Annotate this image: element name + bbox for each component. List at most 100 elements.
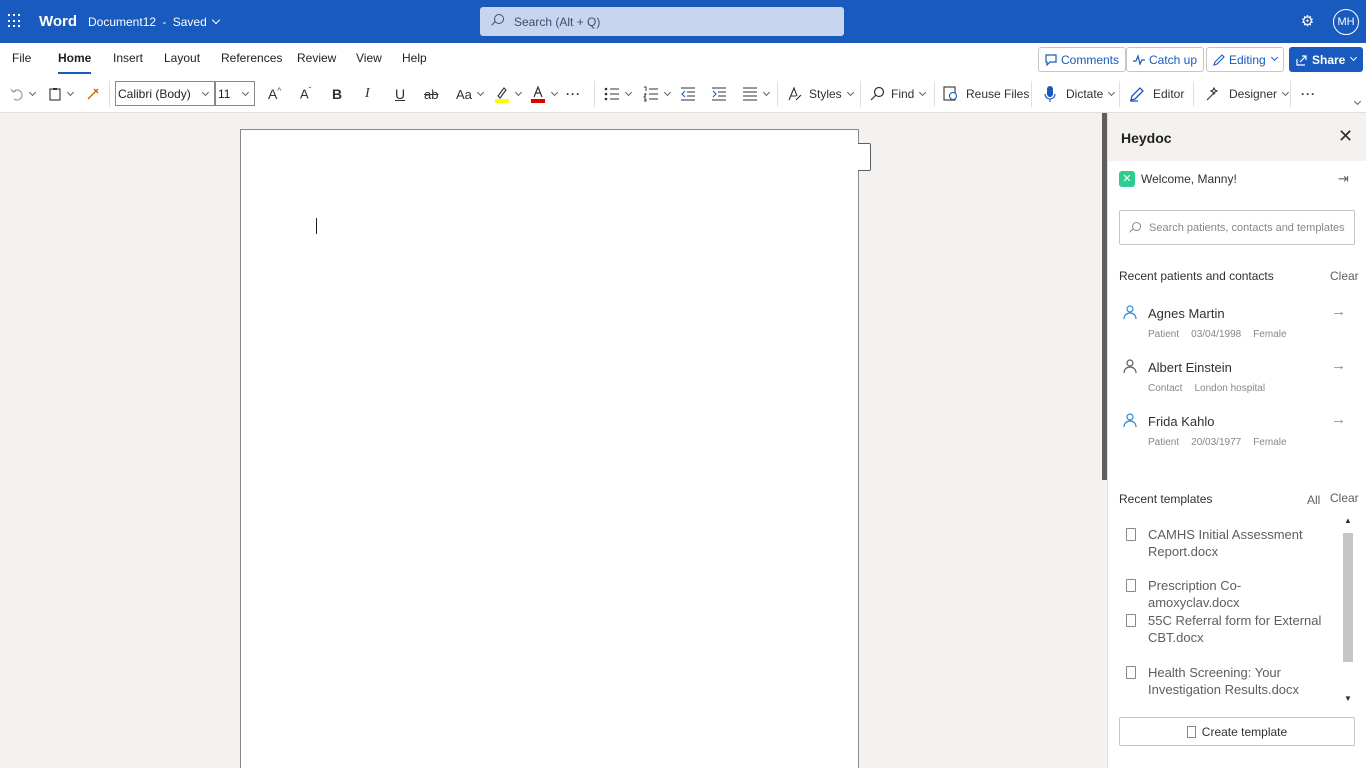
bullets-button[interactable]: [604, 84, 633, 104]
decrease-indent-icon: [681, 87, 695, 101]
person-detail: 20/03/1977: [1191, 437, 1242, 448]
list-item[interactable]: Frida Kahlo Patient 20/03/1977 Female →: [1119, 409, 1355, 459]
grow-font-button[interactable]: A^: [268, 84, 281, 104]
highlight-button[interactable]: [494, 84, 523, 104]
text-cursor: [316, 218, 317, 234]
gear-icon[interactable]: ⚙: [1300, 14, 1315, 29]
reuse-files-button[interactable]: Reuse Files: [943, 84, 1029, 104]
catch-up-button[interactable]: Catch up: [1126, 47, 1205, 72]
numbered-list-icon: [643, 86, 658, 102]
bold-button[interactable]: B: [332, 84, 342, 104]
clear-contacts-link[interactable]: Clear: [1330, 269, 1359, 283]
search-placeholder: Search (Alt + Q): [514, 15, 601, 29]
person-gender: Female: [1253, 437, 1287, 448]
document-page[interactable]: [240, 129, 859, 768]
person-type: Contact: [1148, 383, 1183, 394]
shrink-font-button[interactable]: Aˇ: [300, 84, 311, 104]
document-name[interactable]: Document12 - Saved: [88, 15, 221, 29]
template-name: 55C Referral form for External CBT.docx: [1148, 613, 1322, 645]
align-button[interactable]: [742, 84, 771, 104]
chevron-down-icon: [201, 88, 210, 97]
more-icon: ···: [1301, 87, 1316, 101]
arrow-right-icon[interactable]: →: [1331, 357, 1346, 374]
chevron-down-icon: [550, 88, 559, 96]
ribbon-toolbar: Calibri (Body) 11 A^ Aˇ B I U ab Aa ···: [0, 75, 1366, 113]
person-name: Albert Einstein: [1148, 360, 1232, 375]
more-font-options-button[interactable]: ···: [566, 84, 581, 104]
chevron-down-icon: [514, 88, 523, 96]
styles-button[interactable]: Styles: [787, 84, 854, 104]
tab-view[interactable]: View: [356, 51, 382, 65]
font-color-button[interactable]: [530, 84, 559, 104]
share-button[interactable]: Share: [1289, 47, 1364, 72]
chevron-down-icon: [211, 15, 221, 25]
strikethrough-button[interactable]: ab: [424, 84, 438, 104]
tab-file[interactable]: File: [12, 51, 31, 65]
align-left-icon: [743, 87, 757, 101]
close-icon[interactable]: ✕: [1338, 127, 1353, 145]
templates-scrollbar[interactable]: ▲ ▼: [1342, 516, 1355, 706]
tab-insert[interactable]: Insert: [113, 51, 143, 65]
comments-label: Comments: [1061, 52, 1120, 67]
comments-button[interactable]: Comments: [1038, 47, 1127, 72]
font-color-icon: [531, 85, 545, 103]
scrollbar-thumb[interactable]: [1343, 533, 1353, 662]
scroll-up-icon[interactable]: ▲: [1344, 516, 1352, 525]
search-box[interactable]: Search (Alt + Q): [480, 7, 844, 36]
logout-icon[interactable]: ⇥: [1338, 171, 1349, 187]
numbering-button[interactable]: [643, 84, 672, 104]
tab-help[interactable]: Help: [402, 51, 427, 65]
scroll-down-icon[interactable]: ▼: [1344, 694, 1352, 703]
find-button[interactable]: Find: [869, 84, 927, 104]
heydoc-pane: Heydoc ✕ ✕ Welcome, Manny! ⇥ Search pati…: [1107, 113, 1366, 768]
styles-label: Styles: [809, 87, 842, 101]
app-name[interactable]: Word: [39, 13, 77, 30]
decrease-indent-button[interactable]: [680, 84, 696, 104]
font-size-select[interactable]: 11: [215, 81, 255, 106]
menu-bar: File Home Insert Layout References Revie…: [0, 43, 1366, 75]
paste-button[interactable]: [48, 84, 75, 104]
app-launcher-icon[interactable]: [8, 14, 22, 28]
person-icon: [1123, 413, 1137, 427]
welcome-text: Welcome, Manny!: [1141, 172, 1237, 186]
tab-home[interactable]: Home: [58, 51, 92, 74]
pane-search-input[interactable]: Search patients, contacts and templates: [1119, 210, 1355, 245]
change-case-button[interactable]: Aa: [456, 84, 484, 104]
person-name: Agnes Martin: [1148, 306, 1225, 321]
more-options-button[interactable]: ···: [1301, 84, 1316, 104]
strikethrough-icon: ab: [424, 86, 439, 102]
paintbrush-icon: [87, 88, 99, 100]
all-templates-link[interactable]: All: [1307, 493, 1320, 507]
chevron-down-icon: [846, 88, 854, 96]
tab-review[interactable]: Review: [297, 51, 336, 65]
font-name-select[interactable]: Calibri (Body): [115, 81, 215, 106]
more-icon: ···: [566, 87, 581, 101]
increase-indent-button[interactable]: [711, 84, 727, 104]
page-side-tab[interactable]: [858, 143, 871, 171]
tab-layout[interactable]: Layout: [164, 51, 200, 65]
editing-mode-button[interactable]: Editing: [1206, 47, 1284, 72]
italic-button[interactable]: I: [365, 84, 370, 104]
search-icon: [494, 14, 504, 24]
undo-button[interactable]: [10, 84, 37, 104]
person-icon: [1123, 359, 1137, 373]
person-detail: 03/04/1998: [1191, 329, 1242, 340]
shrink-font-icon: Aˇ: [300, 86, 312, 102]
underline-button[interactable]: U: [395, 84, 405, 104]
highlighter-icon: [495, 87, 509, 103]
list-item[interactable]: Albert Einstein Contact London hospital →: [1119, 355, 1355, 405]
title-separator: -: [162, 15, 167, 29]
dictate-button[interactable]: Dictate: [1043, 84, 1116, 104]
ribbon-collapse-button[interactable]: [1349, 93, 1362, 113]
designer-button[interactable]: Designer: [1205, 84, 1290, 104]
format-painter-button[interactable]: [86, 84, 100, 104]
reuse-files-icon: [943, 86, 958, 101]
arrow-right-icon[interactable]: →: [1331, 303, 1346, 320]
create-template-button[interactable]: Create template: [1119, 717, 1355, 746]
editor-button[interactable]: Editor: [1129, 84, 1184, 104]
list-item[interactable]: Agnes Martin Patient 03/04/1998 Female →: [1119, 301, 1355, 351]
arrow-right-icon[interactable]: →: [1331, 411, 1346, 428]
clear-templates-link[interactable]: Clear: [1330, 491, 1359, 505]
tab-references[interactable]: References: [221, 51, 282, 65]
avatar[interactable]: MH: [1333, 9, 1359, 35]
